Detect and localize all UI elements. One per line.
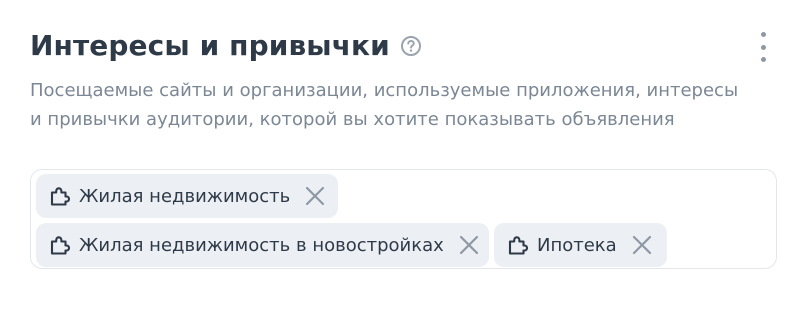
interests-section: Интересы и привычки Посещаемые сайты и о… bbox=[0, 0, 797, 310]
interest-tag[interactable]: Ипотека bbox=[494, 223, 667, 267]
menu-dot bbox=[760, 57, 766, 62]
close-icon[interactable] bbox=[631, 234, 653, 256]
menu-dot bbox=[760, 32, 766, 37]
close-icon[interactable] bbox=[304, 185, 326, 207]
puzzle-icon bbox=[48, 234, 71, 256]
menu-dot bbox=[760, 44, 766, 50]
interest-tag-label: Ипотека bbox=[537, 234, 617, 256]
puzzle-icon bbox=[506, 234, 529, 256]
interest-tag-label: Жилая недвижимость bbox=[79, 185, 291, 207]
description-line: и привычки аудитории, которой вы хотите … bbox=[30, 109, 675, 130]
more-vertical-icon[interactable] bbox=[752, 32, 774, 62]
section-description: Посещаемые сайты и организации, использу… bbox=[30, 76, 750, 134]
interest-tag[interactable]: Жилая недвижимость bbox=[36, 174, 338, 218]
interest-tag-label: Жилая недвижимость в новостройках bbox=[79, 234, 444, 256]
close-icon[interactable] bbox=[458, 234, 480, 256]
description-line: Посещаемые сайты и организации, использу… bbox=[30, 80, 739, 101]
interest-tag[interactable]: Жилая недвижимость в новостройках bbox=[36, 223, 489, 267]
question-circle-icon[interactable] bbox=[400, 35, 422, 57]
section-header: Интересы и привычки bbox=[30, 28, 422, 64]
puzzle-icon bbox=[48, 185, 71, 207]
section-title: Интересы и привычки bbox=[30, 29, 390, 62]
